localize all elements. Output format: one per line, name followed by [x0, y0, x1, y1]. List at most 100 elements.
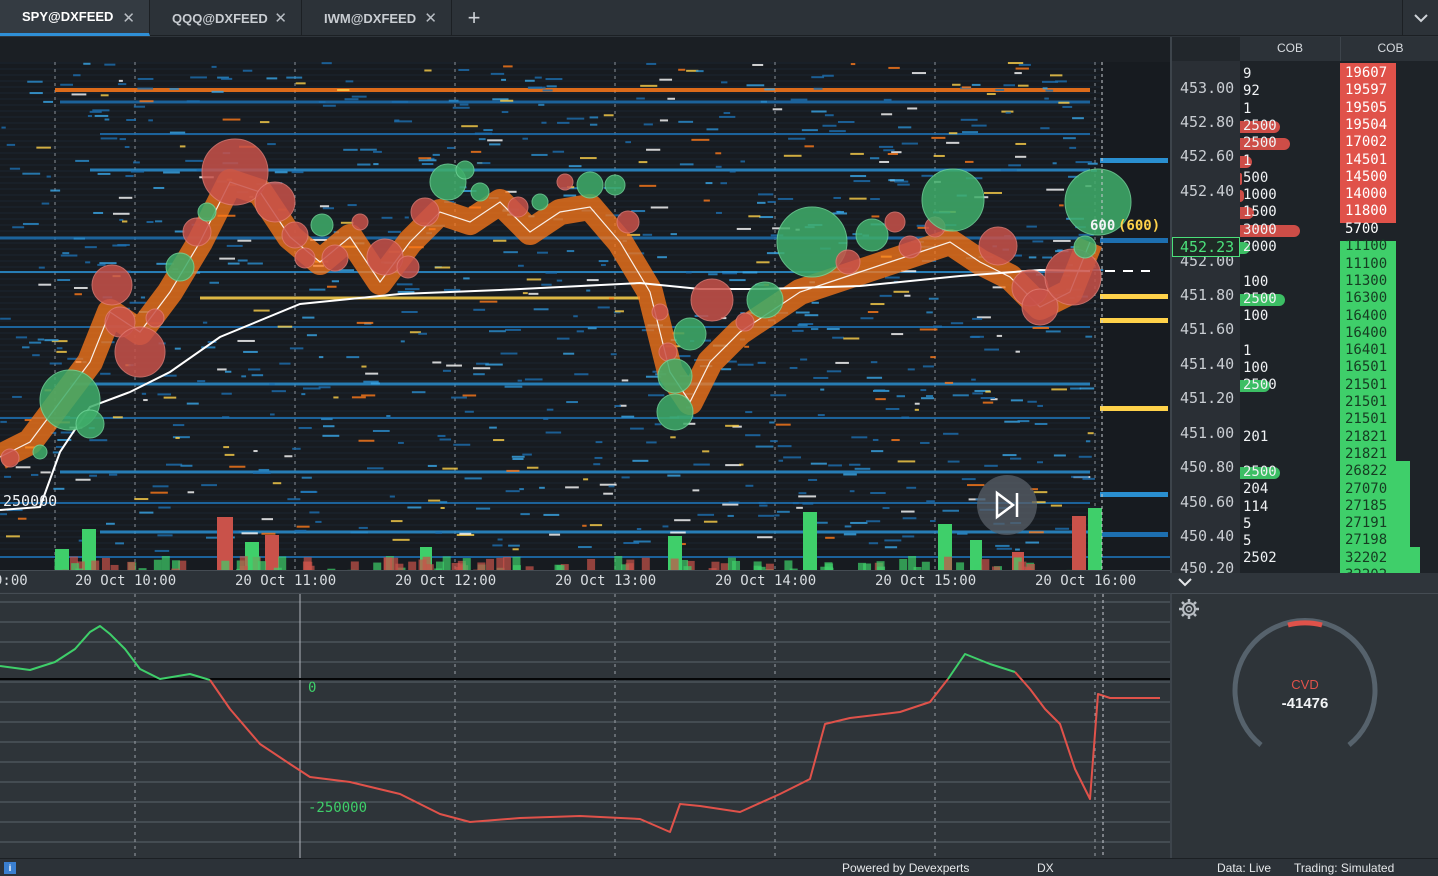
- order-book-panel: COB COB 453.00 452.80 452.60 452.40 452.00 45…: [1170, 37, 1438, 577]
- skip-forward-icon[interactable]: [977, 475, 1037, 535]
- time-tick: 20 Oct 10:00: [75, 573, 177, 589]
- cob-bid-total: 21501: [1345, 376, 1388, 393]
- trading-status: Trading: Simulated: [1294, 861, 1395, 875]
- price-label: 451.40: [1180, 355, 1235, 373]
- trade-bubble: [656, 393, 694, 431]
- cob-size: 5: [1243, 515, 1252, 532]
- time-tick: 20 Oct 11:00: [235, 573, 337, 589]
- cob-size: 2500: [1243, 135, 1277, 152]
- cvd-gauge-panel: CVD -41476: [1170, 593, 1438, 858]
- trade-bubble: [855, 218, 889, 252]
- close-icon[interactable]: ✕: [274, 9, 287, 27]
- dx-label: DX: [1037, 861, 1054, 875]
- cob-bid-total: 27191: [1345, 515, 1388, 532]
- cob-bid-total: 27198: [1345, 532, 1388, 549]
- time-tick: 20 Oct 14:00: [715, 573, 817, 589]
- cob-size: 2000: [1243, 239, 1277, 255]
- cob-size: 9: [1243, 66, 1252, 82]
- cob-column-right: 19607 19597 19505 19504 17002 14501 14500 14000…: [1340, 61, 1438, 573]
- price-label: 453.00: [1180, 79, 1235, 97]
- cob-size: 204: [1243, 481, 1269, 498]
- trade-bubble: [470, 182, 490, 202]
- volume-bar: [265, 535, 279, 573]
- cob-size: 3000: [1243, 221, 1277, 238]
- trade-bubble: [735, 312, 755, 332]
- trade-bubble: [556, 173, 574, 191]
- price-scale[interactable]: 453.00 452.80 452.60 452.40 452.00 451.80 451.…: [1172, 61, 1240, 577]
- cob-bid-total: 16400: [1345, 324, 1388, 341]
- cob-header: COB: [1340, 37, 1438, 61]
- trade-bubble: [978, 226, 1018, 266]
- price-label: 451.00: [1180, 424, 1235, 442]
- time-tick: 9:00: [0, 573, 28, 589]
- cvd-gauge-label: CVD: [1291, 677, 1319, 692]
- trade-bubble: [321, 244, 349, 272]
- cob-bid-total: 21821: [1345, 428, 1388, 445]
- close-icon[interactable]: ✕: [424, 9, 437, 27]
- cvd-background: [0, 594, 1170, 859]
- cob-size: 2500: [1243, 377, 1277, 394]
- cvd-gauge-value: -41476: [1281, 695, 1329, 712]
- trade-bubble: [32, 444, 48, 460]
- info-icon[interactable]: i: [4, 862, 16, 874]
- tab-bar: SPY@DXFEED ✕ QQQ@DXFEED ✕ IWM@DXFEED ✕ +: [0, 0, 1438, 36]
- cob-bid-total: 16401: [1345, 342, 1388, 359]
- tab-qqq[interactable]: QQQ@DXFEED ✕: [150, 0, 302, 36]
- heatmap-chart[interactable]: 250000 600 (600): [0, 37, 1170, 573]
- trade-bubble: [75, 409, 105, 439]
- volume-scale-label: 250000: [3, 492, 57, 510]
- trade-bubble: [182, 217, 212, 247]
- trade-bubble: [531, 193, 549, 211]
- cvd-gauge: [1232, 618, 1378, 747]
- cob-size: 2500: [1243, 290, 1277, 307]
- trade-bubble: [254, 181, 296, 223]
- trade-bubble: [884, 211, 906, 233]
- cob-bid-total: 16300: [1345, 290, 1388, 307]
- resting-liquidity: [1100, 492, 1168, 497]
- cob-size: 2502: [1243, 550, 1277, 567]
- cob-bid-total: 21821: [1345, 445, 1388, 462]
- cob-ask-total: 17002: [1345, 134, 1388, 151]
- chevron-down-icon[interactable]: [1402, 0, 1438, 36]
- cob-size: 92: [1243, 83, 1260, 100]
- current-price-marker: 452.23: [1172, 237, 1240, 257]
- price-label: 451.80: [1180, 286, 1235, 304]
- trade-bubble: [410, 197, 440, 227]
- price-label: 451.20: [1180, 389, 1235, 407]
- cob-bid-total: 16501: [1345, 359, 1388, 376]
- cob-ask-total: 19505: [1345, 99, 1388, 116]
- cob-size: 100: [1243, 360, 1269, 377]
- cvd-level-label: -250000: [308, 800, 367, 816]
- cob-bid-total: 21501: [1345, 394, 1388, 410]
- gear-icon[interactable]: [1178, 598, 1200, 620]
- cob-bid-total: 27070: [1345, 480, 1388, 497]
- cob-size: 100: [1243, 308, 1269, 325]
- cvd-indicator-chart[interactable]: 0 -250000: [0, 593, 1170, 859]
- plus-icon[interactable]: +: [462, 4, 486, 32]
- trade-bubble: [197, 202, 217, 222]
- cob-bid-total: 27185: [1345, 497, 1388, 514]
- cob-size: 500: [1243, 169, 1269, 186]
- powered-by: Powered by Devexperts: [842, 861, 970, 875]
- trade-bubble: [690, 278, 734, 322]
- chevron-down-icon[interactable]: [1176, 574, 1194, 590]
- close-icon[interactable]: ✕: [122, 9, 135, 27]
- tab-spy[interactable]: SPY@DXFEED ✕: [0, 0, 150, 36]
- cob-size: 1000: [1243, 187, 1277, 204]
- cob-bid-total: 11300: [1345, 272, 1388, 289]
- trade-bubble: [294, 247, 316, 269]
- price-label: 452.60: [1180, 147, 1235, 165]
- volume-bar: [1088, 508, 1102, 573]
- cob-size: 1: [1243, 342, 1252, 359]
- trade-bubble: [396, 255, 420, 279]
- data-status: Data: Live: [1217, 861, 1272, 875]
- cob-size: 114: [1243, 498, 1269, 515]
- resting-liquidity: [1100, 318, 1168, 323]
- cob-bid-total: 16400: [1345, 307, 1388, 324]
- time-tick: 20 Oct 13:00: [555, 573, 657, 589]
- trade-bubble: [0, 448, 20, 468]
- time-tick: 20 Oct 16:00: [1035, 573, 1137, 589]
- resting-liquidity: [1100, 238, 1168, 243]
- trade-bubble: [604, 174, 626, 196]
- tab-iwm[interactable]: IWM@DXFEED ✕: [302, 0, 452, 36]
